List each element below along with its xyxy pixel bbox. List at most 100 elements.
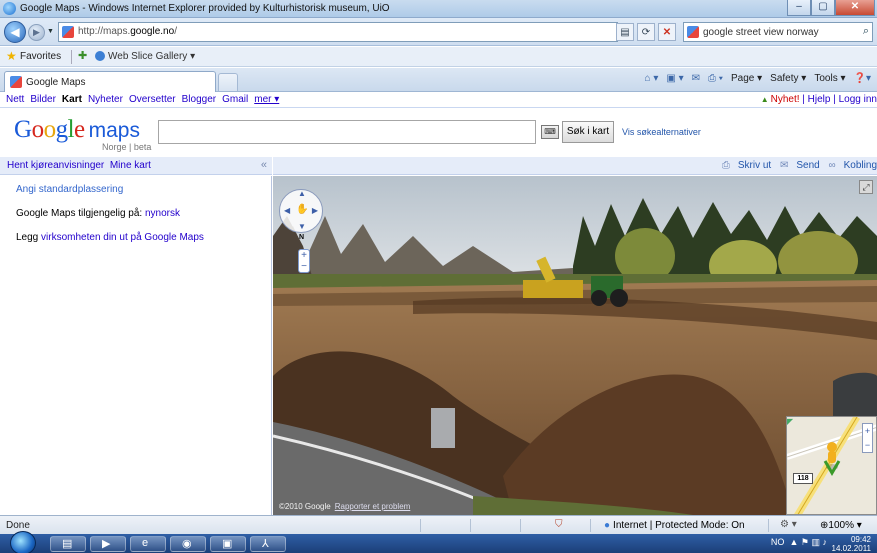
protected-mode-icon[interactable]: ⚙ ▾ [780,519,797,530]
taskbar-publisher[interactable]: ▣ [210,536,246,552]
link-link[interactable]: ∞ Kobling [829,160,877,171]
privacy-icon[interactable]: ⛉ [555,519,563,530]
google-link-nett[interactable]: Nett [6,94,24,105]
route-shield: 118 [793,473,813,484]
favorites-button[interactable]: Favorites [20,51,61,62]
zoom-level[interactable]: ⊕100% ▾ [820,520,862,531]
compatibility-view-icon[interactable]: ▤ [616,23,634,41]
send-link[interactable]: ✉ Send [780,160,820,171]
browser-search-query[interactable]: google street view norway [703,27,819,38]
folder-icon: ▤ [62,538,73,550]
map-search-input[interactable] [158,120,536,144]
tools-menu[interactable]: Tools ▾ [814,73,845,84]
google-link-gmail[interactable]: Gmail [222,94,248,105]
minimap-zoom-control[interactable]: + − [862,423,873,453]
refresh-icon[interactable]: ⟳ [637,23,655,41]
start-button[interactable] [10,531,36,553]
close-window-button[interactable]: ✕ [835,0,875,16]
language-indicator[interactable]: NO [771,537,785,547]
tab-bar: Google Maps ⌂ ▾ ▣ ▾ ✉ ⎙ ▾ Page ▾ Safety … [0,68,877,92]
street-view-minimap[interactable]: ◤ + − 118 [786,416,877,515]
print-icon[interactable]: ⎙ ▾ [708,73,723,84]
google-link-oversetter[interactable]: Oversetter [129,94,176,105]
forward-button[interactable]: ▶ [28,24,45,41]
maximize-button[interactable]: ▢ [811,0,835,16]
address-bar[interactable]: http://maps.google.no/ [58,22,618,42]
google-link-blogger[interactable]: Blogger [182,94,216,105]
home-icon[interactable]: ⌂ ▾ [645,73,659,84]
back-button[interactable]: ◀ [4,21,26,43]
google-link-bilder[interactable]: Bilder [30,94,56,105]
window-controls: – ▢ ✕ [787,0,875,17]
status-divider [768,519,769,532]
pan-left-icon[interactable]: ◀ [284,206,290,215]
pan-down-icon[interactable]: ▼ [298,222,306,231]
mail-icon[interactable]: ✉ [692,73,700,84]
new-tab-button[interactable] [218,73,238,91]
pan-up-icon[interactable]: ▲ [298,189,306,198]
map-actions: ⎙ Skriv ut ✉ Send ∞ Kobling [716,160,877,171]
google-link-nyheter[interactable]: Nyheter [88,94,123,105]
minimize-button[interactable]: – [787,0,811,16]
system-tray: NO ▲ ⚑ ▥ ♪ [771,537,827,548]
network-icon[interactable]: ▥ [811,537,820,547]
add-business-link[interactable]: virksomheten din ut på Google Maps [41,232,204,243]
news-link[interactable]: Nyhet! [761,94,800,105]
google-link-kart[interactable]: Kart [62,94,82,105]
tray-expand-icon[interactable]: ▲ [789,537,798,547]
search-maps-button[interactable]: Søk i kart [562,121,614,143]
add-business-text: Legg virksomheten din ut på Google Maps [16,232,204,243]
keyboard-icon[interactable]: ⌨ [541,125,559,139]
ie-taskbar-icon: e [142,537,149,549]
taskbar-media-player[interactable]: ▶ [90,536,126,552]
pan-control[interactable]: ▲ ▼ ◀ ▶ ✋ [279,189,323,233]
taskbar-internet-explorer[interactable]: e [130,536,166,552]
minimap-resize-icon[interactable]: ◤ [787,417,793,426]
safety-menu[interactable]: Safety ▾ [770,73,806,84]
language-availability: Google Maps tilgjengelig på: nynorsk [16,208,180,219]
tab-google-maps[interactable]: Google Maps [4,71,216,92]
fullscreen-icon[interactable]: ⤢ [859,180,873,194]
command-bar: ⌂ ▾ ▣ ▾ ✉ ⎙ ▾ Page ▾ Safety ▾ Tools ▾ ❓▾ [645,73,871,84]
taskbar-acrobat[interactable]: ⅄ [250,536,286,552]
address-url[interactable]: http://maps.google.no/ [78,26,177,37]
recent-pages-dropdown[interactable]: ▼ [47,28,54,35]
system-clock[interactable]: 09:42 14.02.2011 [832,535,871,553]
help-link[interactable]: Hjelp [808,94,831,105]
google-link-more[interactable]: mer ▾ [254,94,279,105]
favorites-star-icon[interactable]: ★ [6,49,17,63]
nynorsk-link[interactable]: nynorsk [145,208,180,219]
taskbar-app[interactable]: ◉ [170,536,206,552]
feeds-icon[interactable]: ▣ ▾ [666,73,683,84]
report-problem-link[interactable]: Rapporter et problem [335,502,411,511]
help-icon[interactable]: ❓▾ [854,73,871,84]
add-to-favorites-icon[interactable]: ✚ [78,49,87,62]
google-service-links: Nett Bilder Kart Nyheter Oversetter Blogger Gm… [6,94,285,105]
search-icon[interactable]: ⌕ [863,25,869,38]
browser-search-box[interactable]: google street view norway ⌕ [683,22,873,42]
security-zone[interactable]: Internet | Protected Mode: On [604,520,745,531]
print-link[interactable]: ⎙ Skriv ut [722,160,771,171]
pan-right-icon[interactable]: ▶ [312,206,318,215]
login-link[interactable]: Logg inn [839,94,877,105]
mail-icon: ✉ [779,160,789,171]
status-divider [420,519,421,532]
street-view-panorama[interactable]: ▲ ▼ ◀ ▶ ✋ N + − ⤢ ◤ + − 118 ©2010 Google Ra… [273,176,877,515]
flag-icon[interactable]: ⚑ [801,537,809,547]
stop-icon[interactable]: ✕ [658,23,676,41]
web-slice-gallery-link[interactable]: Web Slice Gallery ▾ [108,51,195,62]
my-maps-link[interactable]: Mine kart [110,160,151,171]
maps-logo-word: maps [88,119,140,142]
address-tools: ▤ ⟳ ✕ [616,22,676,42]
zoom-control[interactable]: + − [298,249,310,273]
page-menu[interactable]: Page ▾ [731,73,762,84]
set-default-location-link[interactable]: Angi standardplassering [16,184,123,195]
search-options-link[interactable]: Vis søkealternativer [622,127,701,137]
directions-link[interactable]: Hent kjøreanvisninger [7,160,104,171]
collapse-panel-icon[interactable]: « [261,159,267,171]
taskbar-explorer[interactable]: ▤ [50,536,86,552]
google-maps-logo[interactable]: Google maps Norge | beta [14,116,151,152]
window-title-bar: Google Maps - Windows Internet Explorer … [0,0,877,18]
panel-links: Hent kjøreanvisninger Mine kart [7,160,151,171]
volume-icon[interactable]: ♪ [823,537,828,547]
